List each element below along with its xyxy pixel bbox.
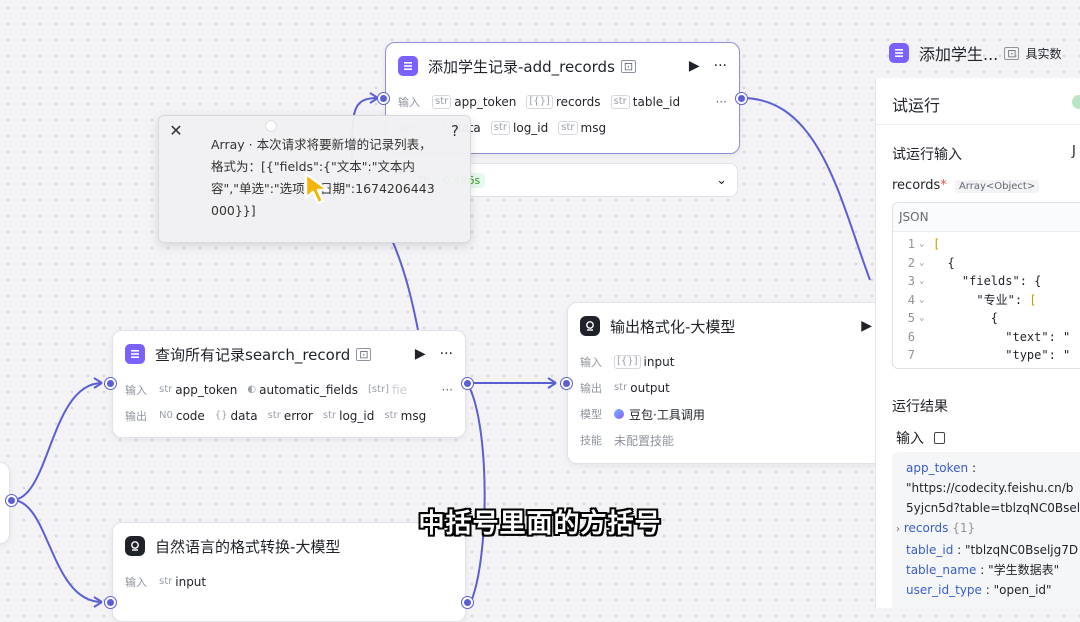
wire-mid bbox=[391, 239, 419, 331]
run-node-icon[interactable]: ▶ bbox=[689, 58, 700, 74]
chevron-down-icon[interactable]: ⌄ bbox=[716, 173, 727, 188]
json-line: 4 ⌄ "专业": [ bbox=[907, 292, 1037, 307]
wire-add-to-panel bbox=[741, 97, 871, 281]
param-app-token: str app_token bbox=[159, 383, 238, 397]
more-params-chip[interactable]: ··· bbox=[442, 383, 453, 397]
json-line: 5 ⌄ { bbox=[907, 311, 999, 325]
plugin-icon bbox=[889, 43, 909, 63]
add-records-input-handle[interactable] bbox=[378, 93, 389, 104]
node-format-llm[interactable]: 输出格式化-大模型 ▶ 输入 [{}] input 输出 str output 模型… bbox=[567, 302, 885, 464]
help-icon[interactable]: ? bbox=[444, 120, 466, 142]
node-skill-row: 技能 未配置技能 bbox=[580, 433, 675, 448]
test-input-heading: 试运行输入 J bbox=[892, 144, 1076, 163]
json-line: 3 ⌄ "fields": { bbox=[907, 274, 1042, 288]
panel-title-tag: 具实数 bbox=[1025, 46, 1062, 61]
node-model-row: 模型 豆包·工具调用 bbox=[580, 406, 705, 423]
panel-test-run-title: 试运行 bbox=[892, 96, 941, 115]
tooltip-drag-knob[interactable] bbox=[265, 120, 277, 132]
search-output-handle[interactable] bbox=[462, 378, 473, 389]
video-subtitle: 中括号里面的方括号 bbox=[418, 509, 662, 539]
run-result-heading: 运行结果 bbox=[892, 399, 948, 415]
add-records-output-handle[interactable] bbox=[736, 93, 747, 104]
plugin-badge-icon: ⊡ bbox=[356, 347, 372, 361]
search-input-handle[interactable] bbox=[105, 378, 116, 389]
panel-header: 添加学生... ⊡ 具实数 bbox=[875, 30, 1080, 76]
nl-input-handle[interactable] bbox=[105, 597, 116, 608]
json-lines: 1 ⌄[ 2 ⌄ { 3 ⌄ "fields": { 4 ⌄ "专业": [ 5 ⌄ { 6 "te… bbox=[893, 232, 1080, 365]
param-app-token: str app_token bbox=[432, 95, 516, 109]
param-input: [{}] input bbox=[614, 355, 674, 369]
doubao-icon bbox=[614, 409, 624, 419]
node-inputs-row: 输入 str app_token [{}] records str table_id … bbox=[398, 95, 727, 109]
plugin-badge-icon: ⊡ bbox=[1004, 46, 1020, 60]
node-outputs-row: 输出 N0 code {} data str error str log_id str m… bbox=[125, 409, 427, 423]
param-automatic-fields: ◐ automatic_fields bbox=[247, 383, 358, 397]
llm-icon bbox=[580, 316, 600, 336]
node-inputs-row: 输入 [{}] input bbox=[580, 355, 675, 369]
node-title: 输出格式化-大模型 bbox=[610, 317, 736, 336]
json-editor-label: JSON bbox=[893, 203, 1080, 232]
more-icon[interactable]: ··· bbox=[440, 346, 453, 362]
skill-value: 未配置技能 bbox=[614, 433, 675, 448]
copy-icon[interactable] bbox=[934, 432, 946, 444]
node-inputs-row: 输入 str input bbox=[125, 575, 207, 589]
result-input-heading: 输入 bbox=[876, 428, 1080, 448]
more-icon[interactable]: ··· bbox=[714, 58, 727, 74]
node-title: 添加学生记录-add_records bbox=[428, 57, 615, 76]
param-error: str error bbox=[267, 409, 313, 423]
panel-status-dot bbox=[1072, 95, 1080, 109]
run-node-icon[interactable]: ▶ bbox=[861, 318, 872, 334]
param-field-names: [str] fie bbox=[367, 383, 407, 397]
wire-start-to-search bbox=[11, 382, 103, 501]
json-line: 2 ⌄ { bbox=[907, 255, 955, 270]
param-code: N0 code bbox=[159, 409, 205, 423]
param-msg: str msg bbox=[558, 121, 606, 135]
run-node-icon[interactable]: ▶ bbox=[415, 346, 426, 362]
plugin-icon bbox=[398, 56, 418, 76]
plugin-badge-icon: ⊡ bbox=[620, 59, 637, 73]
json-line: 1 ⌄[ bbox=[907, 237, 941, 251]
param-table-id: str table_id bbox=[610, 95, 680, 109]
mouse-cursor-icon bbox=[304, 172, 330, 205]
node-inputs-row: 输入 str app_token ◐ automatic_fields [str] f… bbox=[125, 383, 453, 397]
close-icon[interactable]: ✕ bbox=[165, 120, 187, 142]
wire-search-down bbox=[466, 382, 486, 605]
json-line: 7 "type": " bbox=[907, 348, 1071, 362]
param-log-id: str log_id bbox=[322, 409, 375, 423]
json-line: 6 "text": " bbox=[907, 329, 1071, 344]
records-field-label: records* Array<Object> bbox=[876, 178, 1080, 193]
node-search-record[interactable]: 查询所有记录search_record ⊡ ▶ ··· 输入 str app_to… bbox=[112, 330, 466, 438]
more-params-chip[interactable]: ··· bbox=[716, 95, 727, 109]
param-msg: str msg bbox=[384, 409, 427, 423]
node-title: 查询所有记录search_record bbox=[155, 345, 351, 364]
param-output: str output bbox=[614, 381, 670, 395]
node-outputs-row: 输出 str output bbox=[580, 381, 670, 395]
param-data: {}data bbox=[214, 409, 258, 423]
nl-output-handle[interactable] bbox=[462, 597, 473, 608]
plugin-icon bbox=[125, 344, 145, 364]
format-input-handle[interactable] bbox=[561, 378, 572, 389]
model-value: 豆包·工具调用 bbox=[614, 406, 705, 423]
param-input: str input bbox=[159, 575, 207, 589]
panel-title: 添加学生... bbox=[919, 45, 999, 64]
param-records[interactable]: [{}] records bbox=[526, 95, 601, 109]
json-editor[interactable]: JSON 1 ⌄[ 2 ⌄ { 3 ⌄ "fields": { 4 ⌄ "专业": [ 5 ⌄ {… bbox=[892, 202, 1080, 369]
param-log-id: str log_id bbox=[490, 121, 548, 135]
